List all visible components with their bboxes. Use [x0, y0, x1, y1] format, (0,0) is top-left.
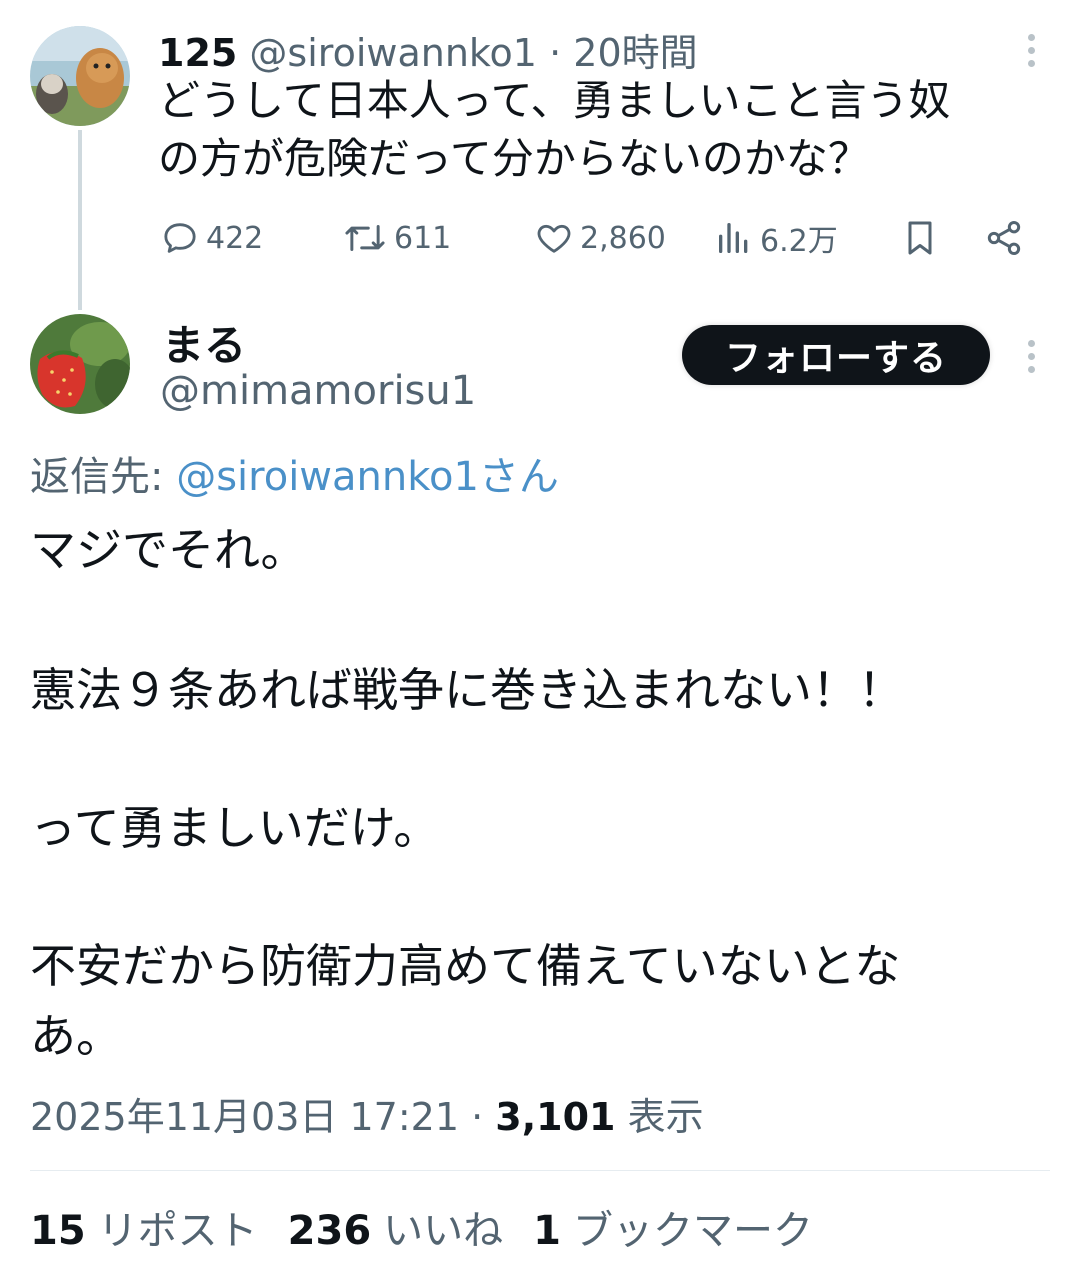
main-text-para-4a: 不安だから防衛力高めて備えていないとな [30, 939, 901, 993]
parent-tweet-text: どうして日本人って、勇ましいこと言う奴 の方が危険だって分からないのかな？ [158, 72, 951, 188]
timestamp-row: 2025年11月03日 17:21 · 3,101 表示 [30, 1086, 704, 1141]
parent-more-icon[interactable] [1026, 34, 1036, 73]
follow-button[interactable]: フォローする [682, 325, 990, 385]
avatar-parent[interactable] [30, 26, 130, 126]
timestamp-separator: · [471, 1095, 484, 1139]
reply-to-label: 返信先: [30, 454, 164, 500]
reposts-label[interactable]: リポスト [98, 1198, 258, 1256]
main-text-para-1: マジでそれ。 [30, 523, 307, 577]
views-button[interactable]: 6.2万 [714, 214, 838, 262]
likes-label[interactable]: いいね [383, 1198, 503, 1256]
views-icon [719, 223, 748, 253]
engagement-stats: 15 リポスト 236 いいね 1 ブックマーク [30, 1198, 843, 1256]
views-label: 表示 [627, 1095, 704, 1139]
avatar-main[interactable] [30, 314, 130, 414]
heart-icon [537, 224, 571, 253]
like-count: 2,860 [580, 220, 666, 256]
reply-count: 422 [206, 220, 264, 256]
like-button[interactable]: 2,860 [534, 214, 666, 262]
avatar-main-image [30, 314, 130, 414]
parent-time[interactable]: 20時間 [573, 31, 697, 75]
thread-line [78, 130, 82, 310]
reply-icon [164, 223, 196, 253]
reply-to-link[interactable]: @siroiwannko1さん [176, 454, 559, 500]
avatar-parent-image [30, 26, 130, 126]
bookmark-icon [908, 221, 932, 255]
share-icon [987, 221, 1021, 255]
reply-button[interactable]: 422 [160, 214, 263, 262]
share-button[interactable] [984, 214, 1030, 262]
parent-text-line1: どうして日本人って、勇ましいこと言う奴 [158, 76, 951, 125]
repost-button[interactable]: 611 [342, 214, 451, 262]
timestamp[interactable]: 2025年11月03日 17:21 [30, 1095, 459, 1139]
divider [30, 1170, 1050, 1171]
likes-total[interactable]: 236 [288, 1208, 372, 1254]
parent-handle[interactable]: @siroiwannko1 [249, 31, 537, 75]
bookmarks-label[interactable]: ブックマーク [573, 1198, 813, 1256]
parent-text-line2: の方が危険だって分からないのかな？ [158, 134, 870, 183]
bookmark-button[interactable] [900, 214, 946, 262]
main-text-para-4b: あ。 [30, 1009, 122, 1063]
views-count: 6.2万 [760, 224, 838, 259]
main-text-para-3: って勇ましいだけ。 [30, 801, 440, 855]
reposts-total[interactable]: 15 [30, 1208, 86, 1254]
bookmarks-total[interactable]: 1 [533, 1208, 561, 1254]
reply-to: 返信先: @siroiwannko1さん [30, 444, 559, 502]
repost-count: 611 [394, 220, 452, 256]
repost-icon [345, 225, 385, 251]
views-total: 3,101 [495, 1095, 616, 1139]
parent-separator: · [549, 31, 562, 75]
parent-header: 125 @siroiwannko1 · 20時間 [158, 22, 698, 77]
main-text-para-2: 憲法９条あれば戦争に巻き込まれない！！ [30, 663, 904, 717]
parent-display-name[interactable]: 125 [158, 31, 237, 75]
main-handle[interactable]: @mimamorisu1 [160, 368, 476, 414]
main-display-name[interactable]: まる [162, 312, 246, 373]
main-more-icon[interactable] [1026, 340, 1036, 379]
